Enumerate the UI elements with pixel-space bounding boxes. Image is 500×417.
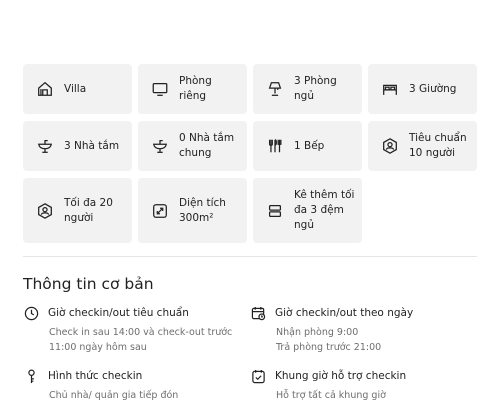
amenity-label: Diện tích 300m² [179, 196, 226, 224]
kitchen-utensils-icon [264, 135, 286, 157]
calendar-clock-icon [250, 305, 266, 321]
info-description: Check in sau 14:00 và check-out trước 11… [49, 325, 243, 355]
info-title: Hình thức checkin [48, 370, 143, 382]
calendar-check-icon [250, 368, 266, 384]
amenity-label: 0 Nhà tắm chung [179, 132, 235, 159]
info-line: Hỗ trợ tất cả khung giờ [276, 390, 386, 401]
guest-max-icon [34, 200, 56, 222]
amenity-label: Kê thêm tối đa 3 đệm ngủ [294, 189, 355, 231]
amenity-card-shared-bathrooms: 0 Nhà tắm chung [138, 121, 247, 171]
bed-icon [379, 78, 401, 100]
amenity-card-bedrooms: 3 Phòng ngủ [253, 64, 362, 114]
info-title: Giờ checkin/out theo ngày [275, 307, 414, 319]
info-title: Giờ checkin/out tiêu chuẩn [48, 307, 189, 319]
amenity-card-max-guests: Tối đa 20 người [23, 178, 132, 243]
key-icon [23, 368, 39, 384]
amenity-label: Tiêu chuẩn 10 người [409, 132, 467, 159]
amenity-card-bathrooms: 3 Nhà tắm [23, 121, 132, 171]
info-checkin-support-hours: Khung giờ hỗ trợ checkin Hỗ trợ tất cả k… [250, 368, 470, 403]
amenity-card-area: Diện tích 300m² [138, 178, 247, 243]
info-description: Chủ nhà/ quản gia tiếp đón [49, 388, 243, 403]
info-description: Nhận phòng 9:00 Trả phòng trước 21:00 [276, 325, 470, 355]
amenity-card-kitchen: 1 Bếp [253, 121, 362, 171]
extra-mattress-icon [264, 200, 286, 222]
info-line: Nhận phòng 9:00 [276, 327, 359, 338]
amenity-card-villa: Villa [23, 64, 132, 114]
guest-standard-icon [379, 135, 401, 157]
amenity-label: 3 Giường [409, 82, 457, 95]
basic-info-title: Thông tin cơ bản [23, 275, 154, 293]
info-line: Check in sau 14:00 và check-out trước [49, 327, 233, 338]
property-details: Villa Phòng riêng 3 Phòng ngủ 3 Giường 3… [0, 0, 500, 417]
lamp-icon [264, 78, 286, 100]
amenity-card-standard-guests: Tiêu chuẩn 10 người [368, 121, 477, 171]
info-line: Trả phòng trước 21:00 [276, 342, 382, 353]
section-divider [23, 256, 477, 257]
amenity-label: Phòng riêng [179, 75, 212, 102]
amenity-label: 3 Phòng ngủ [294, 75, 337, 102]
info-standard-checkin: Giờ checkin/out tiêu chuẩn Check in sau … [23, 305, 243, 355]
clock-icon [23, 305, 39, 321]
amenity-label: 3 Nhà tắm [64, 139, 120, 152]
info-description: Hỗ trợ tất cả khung giờ [276, 388, 470, 403]
info-title: Khung giờ hỗ trợ checkin [275, 370, 407, 382]
villa-house-icon [34, 78, 56, 100]
info-checkin-method: Hình thức checkin Chủ nhà/ quản gia tiếp… [23, 368, 243, 403]
info-line: Chủ nhà/ quản gia tiếp đón [49, 390, 179, 401]
amenity-label: 1 Bếp [294, 139, 325, 152]
amenity-label: Tối đa 20 người [64, 196, 113, 224]
sink-icon [34, 135, 56, 157]
monitor-icon [149, 78, 171, 100]
amenity-card-beds: 3 Giường [368, 64, 477, 114]
info-daily-checkin: Giờ checkin/out theo ngày Nhận phòng 9:0… [250, 305, 470, 355]
amenity-card-private-room: Phòng riêng [138, 64, 247, 114]
info-line: 11:00 ngày hôm sau [49, 342, 147, 353]
amenity-card-extra-mattress: Kê thêm tối đa 3 đệm ngủ [253, 178, 362, 243]
shared-sink-icon [149, 135, 171, 157]
area-resize-icon [149, 200, 171, 222]
amenity-grid: Villa Phòng riêng 3 Phòng ngủ 3 Giường 3… [23, 64, 477, 243]
amenity-label: Villa [64, 82, 87, 95]
